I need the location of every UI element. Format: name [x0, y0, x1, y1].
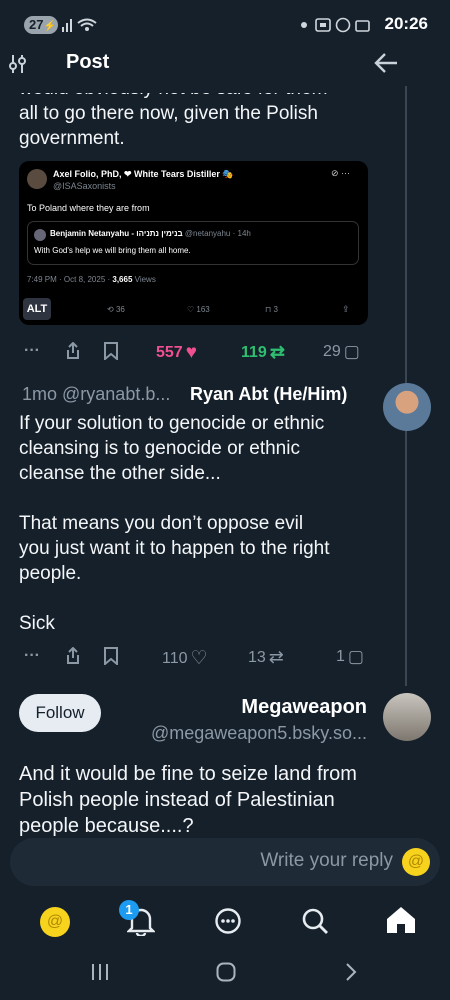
home-nav-icon[interactable] — [216, 962, 236, 982]
repost-button[interactable]: 13 ⇄ — [248, 647, 284, 668]
clock: 20:26 — [384, 14, 428, 33]
avatar[interactable] — [383, 693, 431, 741]
inner-quote: Benjamin Netanyahu - בנימין נתניהו @neta… — [27, 221, 359, 265]
more-options-icon[interactable]: ··· — [24, 342, 40, 360]
reply-meta: 1mo @ryanabt.b... — [22, 384, 171, 404]
heart-icon: ♡ — [190, 648, 208, 669]
inner-handle: @netanyahu · 14h — [184, 229, 251, 238]
signal-wifi-icon — [62, 18, 97, 32]
repost-button[interactable]: 119 ⇄ — [241, 342, 285, 363]
app-header: Post — [0, 44, 450, 84]
like-count: 110 — [162, 649, 188, 667]
user-avatar-icon: @ — [402, 848, 430, 876]
quote-image[interactable]: Axel Folio, PhD, ❤ White Tears Distiller… — [19, 161, 368, 325]
repost-count: 119 — [241, 343, 267, 361]
more-icon: ⊘ ··· — [331, 168, 351, 178]
quote-reposts: ⟲ 36 — [107, 305, 125, 314]
bookmark-icon[interactable] — [103, 647, 119, 665]
share-icon: ⇪ — [342, 304, 350, 314]
reply-text: If your solution to genocide or ethnic c… — [19, 413, 330, 634]
quote-handle: @ISASaxonists — [53, 181, 116, 191]
back-arrow-icon[interactable] — [373, 52, 399, 74]
reply-author[interactable]: Ryan Abt (He/Him) — [190, 384, 347, 405]
like-count: 557 — [156, 344, 183, 361]
like-button[interactable]: 110 ♡ — [162, 647, 208, 670]
quote-likes: ♡ 163 — [187, 305, 210, 314]
search-icon[interactable] — [301, 907, 329, 935]
inner-author: Benjamin Netanyahu - בנימין נתניהו — [50, 229, 183, 238]
reply-button[interactable]: 1 ▢ — [336, 647, 364, 667]
author-name[interactable]: Megaweapon — [241, 696, 367, 719]
share-icon[interactable] — [64, 647, 82, 665]
quote-author: Axel Folio, PhD, ❤ White Tears Distiller… — [53, 169, 234, 179]
recent-apps-icon[interactable] — [91, 963, 109, 981]
notification-icons — [301, 17, 370, 33]
home-icon[interactable] — [386, 906, 416, 934]
battery-indicator: 27⚡ — [24, 16, 58, 34]
battery-level: 27 — [29, 17, 44, 32]
post-text: And it would be fine to seize land from … — [19, 763, 357, 837]
filter-sliders-icon[interactable] — [8, 54, 28, 74]
share-icon[interactable] — [64, 342, 82, 360]
repost-icon: ⇄ — [268, 647, 284, 667]
reply-placeholder: Write your reply — [260, 850, 393, 871]
quote-bookmarks: ⊓ 3 — [265, 305, 278, 314]
quote-text: To Poland where they are from — [27, 203, 150, 213]
repost-count: 13 — [248, 648, 266, 666]
inner-text: With God's help we will bring them all h… — [34, 246, 191, 255]
author-handle: @megaweapon5.bsky.so... — [150, 723, 367, 743]
speech-bubble-icon: ▢ — [343, 342, 360, 361]
avatar — [27, 169, 47, 189]
reply-count: 29 — [323, 343, 341, 360]
page-title: Post — [66, 51, 110, 73]
avatar — [34, 229, 46, 241]
heart-icon: ♥ — [185, 342, 197, 363]
notification-badge: 1 — [119, 900, 139, 920]
system-navigation-bar — [0, 946, 450, 1000]
reply-button[interactable]: 29 ▢ — [323, 342, 360, 362]
chat-icon[interactable] — [214, 907, 242, 935]
more-options-icon[interactable]: ··· — [24, 647, 40, 665]
status-bar: 27⚡ 20:26 — [0, 0, 450, 50]
back-nav-icon[interactable] — [344, 962, 358, 982]
repost-icon: ⇄ — [269, 342, 285, 362]
reply-composer[interactable]: Write your reply @ — [10, 838, 440, 886]
follow-button[interactable]: Follow — [19, 694, 101, 732]
like-button[interactable]: 557 ♥ — [156, 342, 197, 364]
bookmark-icon[interactable] — [103, 342, 119, 360]
profile-avatar-icon[interactable]: @ — [40, 907, 70, 937]
quote-meta: 7:49 PM · Oct 8, 2025 · 3,665 Views — [27, 275, 156, 284]
speech-bubble-icon: ▢ — [347, 647, 364, 666]
root-post-text: would obviously not be safe for them all… — [19, 78, 328, 149]
reply-count: 1 — [336, 648, 345, 665]
avatar[interactable] — [383, 383, 431, 431]
alt-badge[interactable]: ALT — [23, 298, 51, 320]
